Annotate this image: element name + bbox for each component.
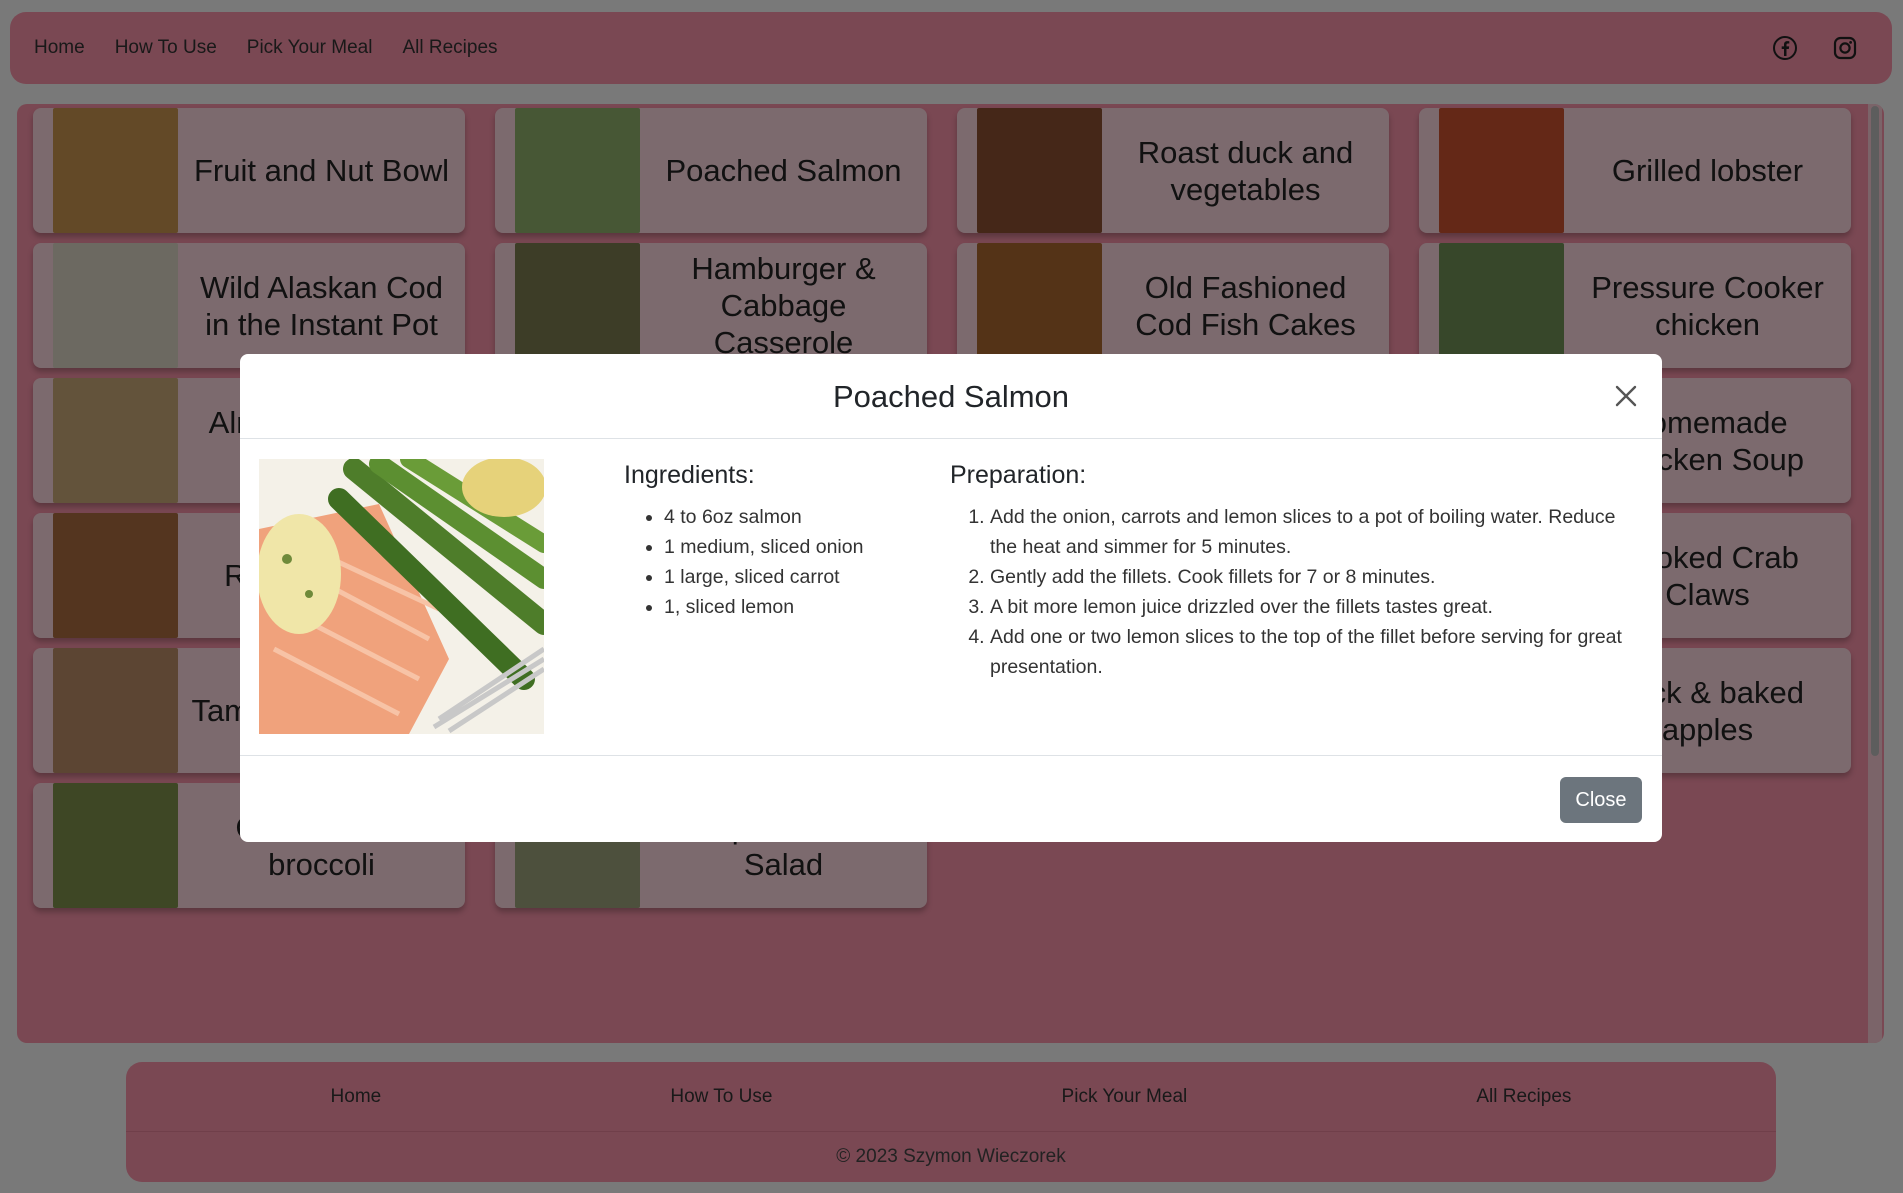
ingredients-section: Ingredients: 4 to 6oz salmon 1 medium, s… [624, 461, 924, 622]
modal-body: Ingredients: 4 to 6oz salmon 1 medium, s… [240, 439, 1662, 755]
ingredient-item: 1, sliced lemon [664, 592, 924, 622]
ingredients-heading: Ingredients: [624, 461, 755, 489]
modal-footer: Close [240, 755, 1662, 842]
modal-header: Poached Salmon [240, 354, 1662, 439]
ingredient-item: 4 to 6oz salmon [664, 502, 924, 532]
preparation-steps: Add the onion, carrots and lemon slices … [950, 502, 1640, 682]
preparation-step: Gently add the fillets. Cook fillets for… [990, 562, 1640, 592]
preparation-step: A bit more lemon juice drizzled over the… [990, 592, 1640, 622]
ingredient-item: 1 medium, sliced onion [664, 532, 924, 562]
ingredients-list: 4 to 6oz salmon 1 medium, sliced onion 1… [624, 502, 924, 622]
preparation-heading: Preparation: [950, 461, 1087, 489]
ingredient-item: 1 large, sliced carrot [664, 562, 924, 592]
preparation-step: Add the onion, carrots and lemon slices … [990, 502, 1640, 562]
preparation-section: Preparation: Add the onion, carrots and … [950, 461, 1640, 682]
recipe-modal: Poached Salmon Ingredients: • 4 to 6oz s… [240, 354, 1662, 842]
close-button[interactable]: Close [1560, 777, 1642, 823]
recipe-image [257, 450, 555, 734]
modal-title: Poached Salmon [832, 379, 1070, 414]
close-icon[interactable] [1608, 378, 1644, 414]
preparation-step: Add one or two lemon slices to the top o… [990, 622, 1640, 682]
